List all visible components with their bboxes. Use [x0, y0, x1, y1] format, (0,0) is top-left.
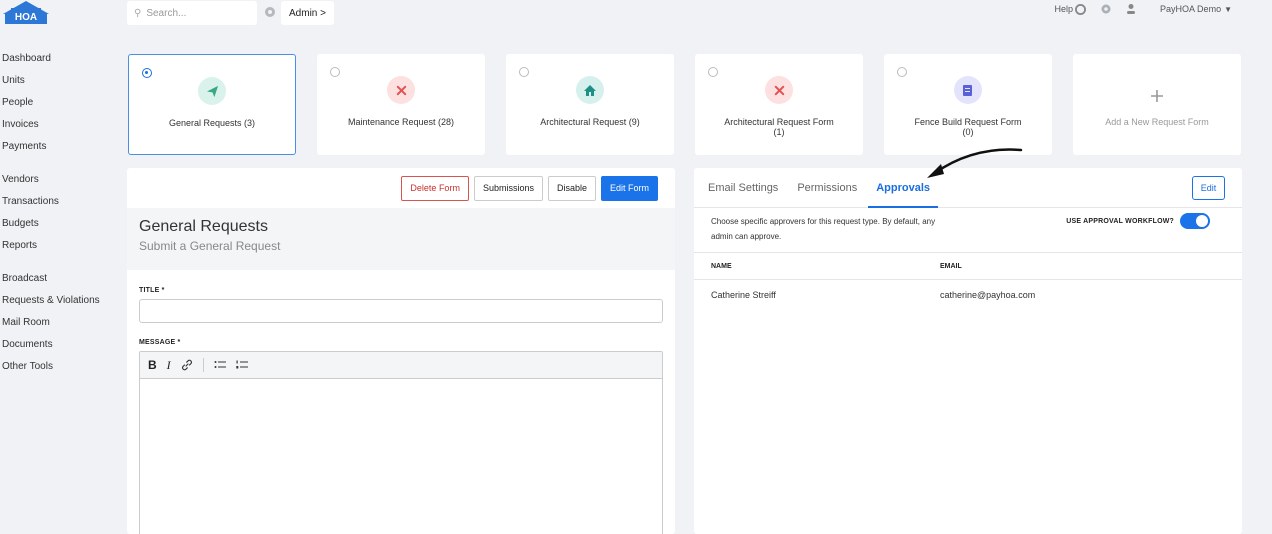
- toolbar-divider: [202, 358, 204, 372]
- add-request-form-card[interactable]: Add a New Request Form: [1073, 54, 1241, 155]
- message-editor[interactable]: B I: [139, 351, 663, 534]
- delete-form-button[interactable]: Delete Form: [401, 175, 469, 201]
- lifebuoy-icon: [1075, 3, 1087, 15]
- form-subtitle: Submit a General Request: [139, 239, 281, 253]
- form-toolbar: Delete Form Submissions Disable Edit For…: [127, 168, 675, 208]
- title-label: TITLE *: [139, 287, 165, 294]
- sidebar-item-payments[interactable]: Payments: [0, 136, 120, 158]
- sidebar-item-people[interactable]: People: [0, 92, 120, 114]
- column-header-name: NAME: [711, 263, 732, 270]
- hoa-logo[interactable]: HOA: [0, 0, 60, 28]
- edit-button[interactable]: Edit: [1192, 176, 1225, 200]
- user-name: PayHOA Demo: [1160, 4, 1222, 14]
- editor-toolbar: B I: [140, 352, 662, 379]
- card-label: Add a New Request Form: [1105, 117, 1209, 127]
- settings-panel: Email Settings Permissions Approvals Edit C…: [694, 168, 1242, 534]
- approval-description: Choose specific approvers for this reque…: [711, 217, 936, 241]
- approver-name: Catherine Streiff: [711, 290, 776, 300]
- card-label: General Requests (3): [168, 118, 256, 128]
- tools-icon: [387, 76, 415, 104]
- paper-plane-icon: [198, 77, 226, 105]
- sidebar-item-vendors[interactable]: Vendors: [0, 169, 120, 191]
- logo-text: HOA: [15, 12, 37, 23]
- numbered-list-icon[interactable]: [235, 360, 248, 370]
- sidebar-item-reports[interactable]: Reports: [0, 235, 120, 257]
- request-card[interactable]: Architectural Request Form (1): [695, 54, 863, 155]
- request-card[interactable]: General Requests (3): [128, 54, 296, 155]
- help-link[interactable]: Help: [1054, 3, 1087, 15]
- bullet-list-icon[interactable]: [214, 360, 226, 370]
- request-card[interactable]: Maintenance Request (28): [317, 54, 485, 155]
- disable-button[interactable]: Disable: [547, 175, 596, 201]
- sidebar-item-budgets[interactable]: Budgets: [0, 213, 120, 235]
- caret-down-icon: ▼: [1224, 5, 1232, 14]
- tab-email-settings[interactable]: Email Settings: [708, 168, 778, 208]
- sidebar-item-units[interactable]: Units: [0, 70, 120, 92]
- approval-workflow-toggle[interactable]: [1180, 213, 1210, 229]
- top-right-menu: Help PayHOA Demo ▼: [1055, 1, 1232, 17]
- radio-button[interactable]: [519, 67, 529, 77]
- bold-button[interactable]: B: [148, 358, 157, 372]
- radio-button[interactable]: [897, 67, 907, 77]
- annotation-arrow-icon: [927, 148, 1023, 178]
- sidebar-item-requests-violations[interactable]: Requests & Violations: [0, 290, 120, 312]
- form-header: General Requests Submit a General Reques…: [127, 208, 675, 270]
- italic-button[interactable]: I: [167, 358, 171, 373]
- tab-permissions[interactable]: Permissions: [797, 168, 857, 208]
- search-icon: ⚲: [134, 7, 142, 19]
- column-header-email: EMAIL: [940, 263, 962, 270]
- sidebar-item-broadcast[interactable]: Broadcast: [0, 268, 120, 290]
- link-icon[interactable]: [181, 359, 193, 371]
- help-label: Help: [1054, 4, 1074, 14]
- sidebar-item-transactions[interactable]: Transactions: [0, 191, 120, 213]
- card-label: Fence Build Request Form (0): [914, 117, 1022, 137]
- plus-icon: [1151, 90, 1163, 102]
- user-icon[interactable]: [1126, 3, 1136, 15]
- house-icon: [576, 76, 604, 104]
- form-icon: [954, 76, 982, 104]
- radio-button[interactable]: [330, 67, 340, 77]
- radio-button[interactable]: [142, 68, 152, 78]
- form-panel: Delete Form Submissions Disable Edit For…: [127, 168, 675, 534]
- title-input[interactable]: [139, 299, 663, 323]
- approver-email: catherine@payhoa.com: [940, 290, 1036, 300]
- request-card[interactable]: Architectural Request (9): [506, 54, 674, 155]
- table-row: Catherine Streiff catherine@payhoa.com: [694, 280, 1242, 308]
- user-menu[interactable]: PayHOA Demo ▼: [1160, 4, 1232, 14]
- card-label: Architectural Request Form (1): [724, 117, 834, 137]
- admin-button[interactable]: Admin >: [281, 1, 334, 25]
- card-label: Maintenance Request (28): [347, 117, 455, 127]
- approvers-table-header: NAME EMAIL: [694, 252, 1242, 280]
- sidebar: Dashboard Units People Invoices Payments Vend…: [0, 48, 120, 378]
- search-placeholder: Search...: [146, 7, 187, 19]
- submissions-button[interactable]: Submissions: [473, 175, 543, 201]
- sidebar-item-other-tools[interactable]: Other Tools: [0, 356, 120, 378]
- tools-icon: [765, 76, 793, 104]
- sidebar-item-mail-room[interactable]: Mail Room: [0, 312, 120, 334]
- form-title: General Requests: [139, 218, 268, 235]
- message-label: MESSAGE *: [139, 339, 181, 346]
- sidebar-item-invoices[interactable]: Invoices: [0, 114, 120, 136]
- gear-icon[interactable]: [263, 5, 277, 19]
- edit-form-button[interactable]: Edit Form: [600, 175, 658, 201]
- search-input[interactable]: ⚲ Search...: [127, 1, 257, 25]
- sidebar-item-documents[interactable]: Documents: [0, 334, 120, 356]
- card-label: Architectural Request (9): [540, 117, 640, 127]
- sidebar-item-dashboard[interactable]: Dashboard: [0, 48, 120, 70]
- settings-gear-icon[interactable]: [1100, 3, 1112, 15]
- approval-workflow-label: USE APPROVAL WORKFLOW?: [1066, 218, 1174, 225]
- radio-button[interactable]: [708, 67, 718, 77]
